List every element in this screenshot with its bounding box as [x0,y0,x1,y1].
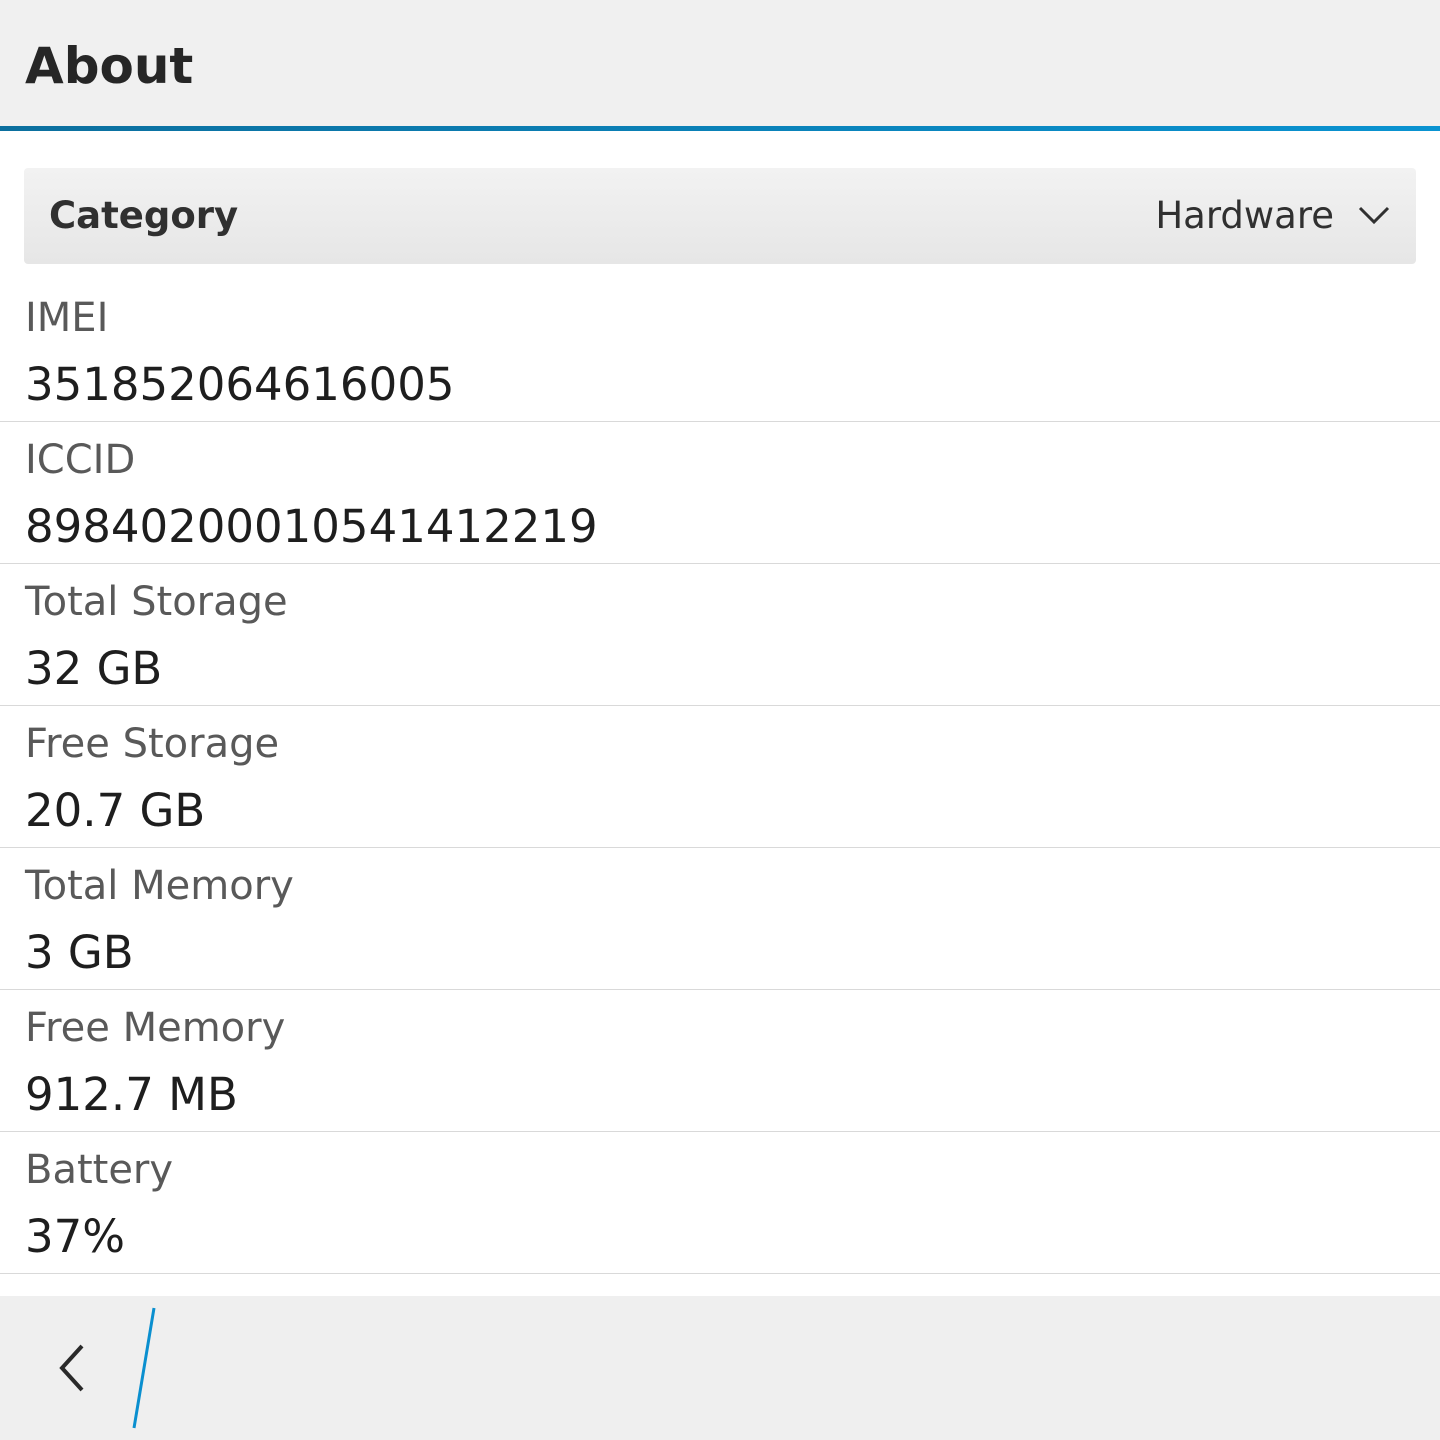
item-label: IMEI [25,295,109,341]
item-value: 912.7 MB [25,1068,238,1121]
item-label: ICCID [25,437,136,483]
item-label: Free Memory [25,1005,286,1051]
list-item-free-memory: Free Memory 912.7 MB [0,990,1440,1132]
item-value: 20.7 GB [25,784,206,837]
back-divider-line [132,1307,156,1429]
back-button[interactable] [40,1326,110,1406]
item-value: 37% [25,1210,126,1263]
chevron-down-icon [1358,206,1390,225]
category-selected-value: Hardware [1155,194,1334,237]
item-value: 32 GB [25,642,163,695]
item-value: 3 GB [25,926,134,979]
list-item-free-storage: Free Storage 20.7 GB [0,706,1440,848]
title-accent-line [0,126,1440,131]
action-bar [0,1296,1440,1440]
list-item-total-memory: Total Memory 3 GB [0,848,1440,990]
title-bar: About [0,0,1440,126]
list-item-imei: IMEI 351852064616005 [0,280,1440,422]
item-label: Total Storage [25,579,288,625]
list-item-iccid: ICCID 89840200010541412219 [0,422,1440,564]
list-item-battery: Battery 37% [0,1132,1440,1274]
category-label: Category [49,194,239,237]
list-item-total-storage: Total Storage 32 GB [0,564,1440,706]
category-dropdown[interactable]: Category Hardware [24,168,1416,264]
item-value: 351852064616005 [25,358,455,411]
back-chevron-icon [59,1344,84,1392]
item-label: Battery [25,1147,174,1193]
page-title: About [25,37,194,95]
item-label: Free Storage [25,721,280,767]
item-label: Total Memory [25,863,294,909]
hardware-info-list: IMEI 351852064616005 ICCID 8984020001054… [0,280,1440,1295]
item-value: 89840200010541412219 [25,500,598,553]
